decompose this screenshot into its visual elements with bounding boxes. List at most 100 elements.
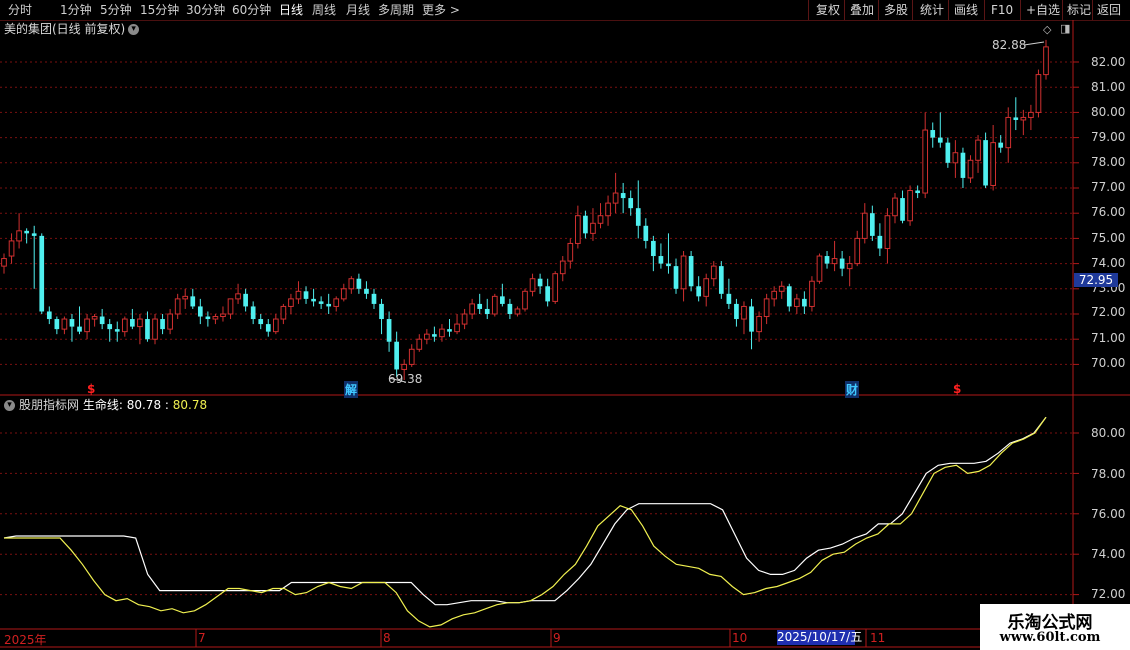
candle [907,185,913,226]
candle-body [197,306,203,317]
candle-body [423,333,430,340]
candle-body [107,324,113,330]
candle-body [658,256,664,264]
candle [491,293,498,317]
candle-body [967,159,974,179]
candle-body [710,265,717,280]
candle [922,112,929,199]
candle-body [854,237,861,265]
candle-body [816,255,823,282]
candle [960,147,966,188]
candle [371,288,377,309]
candle-body [46,311,52,320]
candle-body [114,329,120,332]
candle-body [998,142,1004,148]
candle-body [326,303,332,307]
candle-body [394,341,399,370]
candle [507,298,513,320]
chevron-down-icon[interactable]: ▾ [4,400,15,411]
candle [861,203,868,244]
candle [227,298,234,320]
candle [500,283,505,307]
candle-body [39,235,45,312]
candle [250,301,256,325]
candle [824,251,830,269]
candle-body [869,213,875,236]
candle [734,298,739,327]
candle [583,210,588,239]
candle [477,293,483,314]
candle-body [537,278,543,287]
candle-body [620,193,626,199]
candle-body [288,298,294,307]
candle-body [907,190,913,222]
crosshair-date: 2025/10/17/五 [777,630,863,645]
candle-body [877,235,883,249]
y-tick: 82.00 [1091,55,1126,69]
candle [235,283,241,304]
candle [190,288,196,309]
event-marker-dividend[interactable]: $ [87,382,95,396]
candle-body [386,319,392,342]
candle-body [734,303,739,320]
candle [680,251,687,302]
candle [272,314,279,335]
y-tick: 76.00 [1091,205,1126,219]
candle [726,278,732,309]
candle-body [507,303,513,314]
candle-body [174,298,181,315]
candle [145,311,150,342]
x-axis-label: 11 [870,631,886,645]
candle-body [696,286,702,297]
candle [77,306,82,335]
candle-body [212,316,219,320]
y-tick: 80.00 [1091,105,1126,119]
candle [447,319,452,337]
candle-body [91,316,98,320]
candle [522,288,528,312]
candle [461,308,468,330]
candle [8,233,15,264]
candle [303,286,309,304]
candle-body [280,305,287,320]
stock-title: 美的集团(日线 前复权) [4,22,126,36]
candle [802,291,807,314]
candle-body [295,290,302,300]
candle-body [763,298,770,318]
candle-body [121,318,128,333]
candle-body [771,290,778,300]
event-marker-dividend[interactable]: $ [953,382,961,396]
stock-chart[interactable] [0,0,1130,650]
candle-body [8,240,15,257]
candle-body [272,318,279,333]
event-marker-finance[interactable]: 财 [845,381,860,398]
event-marker-unlock[interactable]: 解 [344,381,359,398]
candle-body [356,278,362,289]
candle [16,213,22,249]
candle-body [432,334,437,337]
candle [666,233,671,274]
candle [174,293,181,320]
candle [379,298,384,335]
candle-body [167,313,173,330]
x-axis-label: 8 [383,631,391,645]
high-price-label: 82.88 [992,38,1027,52]
candle [990,125,996,191]
candle [295,281,302,304]
candle [537,273,543,294]
candle-body [612,192,619,204]
panel-toggle-icon[interactable]: ◨ [1060,22,1070,35]
candle-body [952,152,959,164]
candle [394,331,399,377]
candle-body [514,308,521,315]
candle [258,314,264,330]
candle [651,235,656,272]
diamond-icon[interactable]: ◇ [1043,23,1051,36]
chevron-down-icon[interactable]: ▾ [128,24,140,35]
candle-body [190,296,196,307]
x-axis-label: 10 [732,631,748,645]
candle [152,314,158,345]
candle-body [680,255,687,290]
candle-body [84,318,90,333]
candle-body [1013,117,1019,120]
